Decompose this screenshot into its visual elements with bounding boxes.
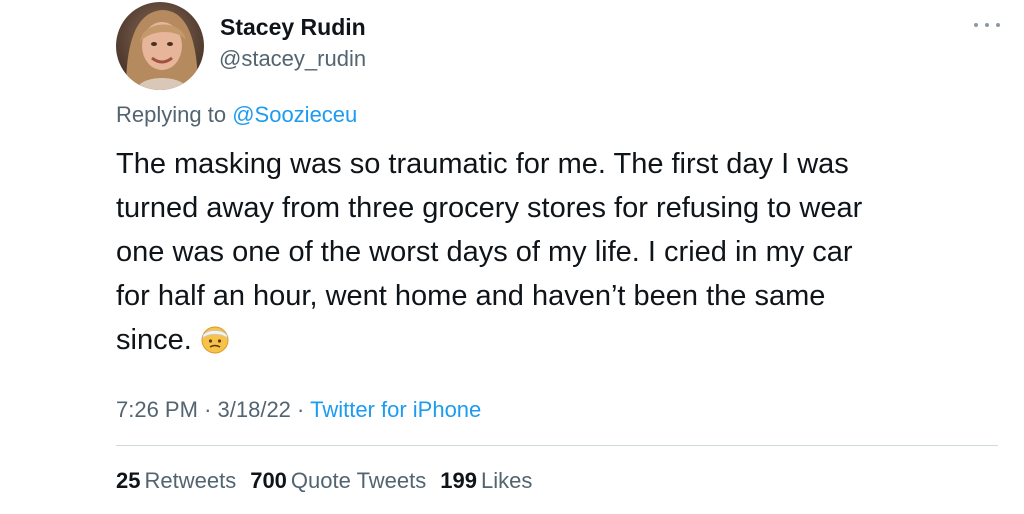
tweet-line: for half an hour, went home and haven’t … — [116, 280, 826, 312]
face-with-head-bandage-emoji-icon — [200, 324, 230, 368]
retweets-stat[interactable]: 25 Retweets — [116, 468, 236, 494]
tweet-date[interactable]: 3/18/22 — [218, 397, 291, 422]
quote-tweets-count: 700 — [250, 468, 287, 493]
profile-photo-icon — [116, 2, 204, 90]
more-dot — [996, 23, 1000, 27]
likes-count: 199 — [440, 468, 477, 493]
tweet-line: The masking was so traumatic for me. The… — [116, 148, 849, 180]
more-dot — [985, 23, 989, 27]
retweets-label: Retweets — [144, 468, 237, 493]
more-dot — [974, 23, 978, 27]
replying-prefix: Replying to — [116, 102, 227, 127]
tweet-line: turned away from three grocery stores fo… — [116, 192, 863, 224]
likes-label: Likes — [480, 468, 533, 493]
tweet-source-link[interactable]: Twitter for iPhone — [310, 397, 481, 422]
retweets-count: 25 — [116, 468, 141, 493]
replying-to: Replying to @Soozieceu — [116, 102, 357, 128]
author-handle[interactable]: @stacey_rudin — [219, 46, 366, 72]
quote-tweets-stat[interactable]: 700 Quote Tweets — [250, 468, 426, 494]
tweet-stats: 25 Retweets 700 Quote Tweets 199 Likes — [116, 468, 546, 494]
tweet-line: one was one of the worst days of my life… — [116, 236, 853, 268]
tweet-text: The masking was so traumatic for me. The… — [116, 142, 996, 368]
likes-stat[interactable]: 199 Likes — [440, 468, 532, 494]
tweet-line: since. — [116, 324, 192, 356]
more-options-icon[interactable] — [974, 18, 1000, 32]
reply-mention-link[interactable]: @Soozieceu — [232, 102, 357, 127]
author-avatar[interactable] — [116, 2, 204, 90]
tweet-line-last: since. — [116, 318, 996, 368]
quote-tweets-label: Quote Tweets — [290, 468, 427, 493]
tweet-time[interactable]: 7:26 PM — [116, 397, 198, 422]
divider — [116, 445, 998, 446]
meta-separator: · — [204, 397, 212, 422]
author-name[interactable]: Stacey Rudin — [220, 14, 366, 41]
tweet-meta: 7:26 PM · 3/18/22 · Twitter for iPhone — [116, 397, 481, 423]
meta-separator: · — [297, 397, 305, 422]
